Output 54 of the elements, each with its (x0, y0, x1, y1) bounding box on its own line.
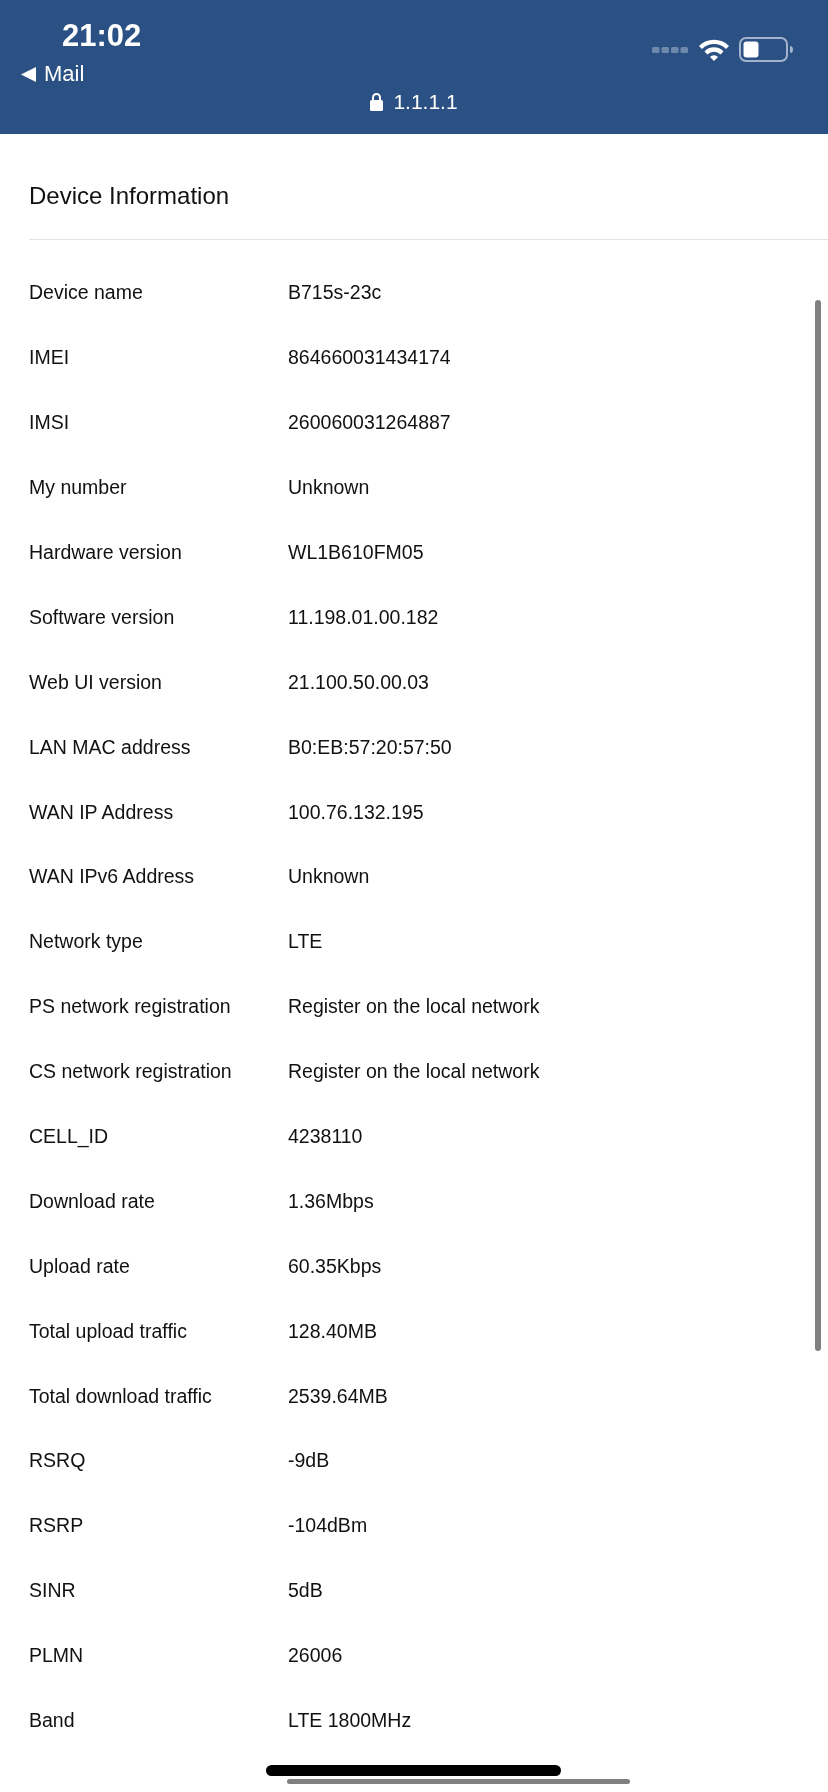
info-value: 100.76.132.195 (288, 799, 424, 824)
back-arrow-icon (21, 66, 36, 82)
info-value: 26006 (288, 1643, 343, 1668)
info-value: -104dBm (288, 1513, 368, 1538)
info-value: 60.35Kbps (288, 1253, 382, 1278)
info-label: IMEI (29, 345, 70, 370)
info-value: 260060031264887 (288, 410, 451, 435)
info-value: 4238110 (288, 1124, 363, 1148)
info-label: PS network registration (29, 994, 231, 1019)
info-label: IMSI (29, 410, 70, 435)
info-value: LTE 1800MHz (288, 1708, 412, 1733)
info-value: 21.100.50.00.03 (288, 669, 429, 694)
info-label: WAN IP Address (29, 799, 174, 824)
info-label: SINR (29, 1578, 76, 1603)
info-value: B715s-23c (288, 280, 382, 305)
info-value: Unknown (288, 475, 370, 500)
info-value: Register on the local network (288, 994, 540, 1019)
info-label: Software version (29, 604, 175, 629)
info-value: -9dB (288, 1448, 330, 1473)
url-text[interactable]: 1.1.1.1 (393, 91, 458, 112)
info-label: Total download traffic (29, 1383, 212, 1408)
info-value: 128.40MB (288, 1318, 377, 1343)
info-label: CS network registration (29, 1059, 232, 1084)
battery-icon (739, 37, 793, 62)
status-time: 21:02 (62, 20, 142, 51)
info-label: Total upload traffic (29, 1318, 187, 1343)
info-label: RSRQ (29, 1448, 86, 1473)
info-label: PLMN (29, 1643, 84, 1668)
info-label: Download rate (29, 1188, 155, 1213)
info-label: Hardware version (29, 540, 182, 564)
signal-icon (652, 46, 688, 53)
info-value: 5dB (288, 1578, 323, 1603)
info-value: Register on the local network (288, 1059, 540, 1084)
back-button[interactable]: Mail (21, 63, 85, 85)
page-title: Device Information (29, 181, 230, 210)
info-label: LAN MAC address (29, 734, 191, 759)
info-label: CELL_ID (29, 1124, 109, 1148)
info-label: Device name (29, 280, 143, 305)
info-value: 864660031434174 (288, 345, 451, 370)
info-value: LTE (288, 929, 323, 954)
info-label: My number (29, 475, 127, 500)
info-value: 11.198.01.00.182 (288, 604, 439, 629)
info-value: 1.36Mbps (288, 1188, 374, 1213)
info-label: Network type (29, 929, 143, 954)
info-value: Unknown (288, 864, 370, 889)
info-label: Web UI version (29, 669, 162, 694)
info-label: RSRP (29, 1513, 84, 1538)
info-label: Upload rate (29, 1253, 130, 1278)
info-value: B0:EB:57:20:57:50 (288, 734, 452, 759)
info-label: Band (29, 1708, 75, 1733)
info-value: WL1B610FM05 (288, 540, 424, 564)
info-value: 2539.64MB (288, 1383, 388, 1408)
info-label: WAN IPv6 Address (29, 864, 195, 889)
wifi-icon (698, 38, 730, 61)
